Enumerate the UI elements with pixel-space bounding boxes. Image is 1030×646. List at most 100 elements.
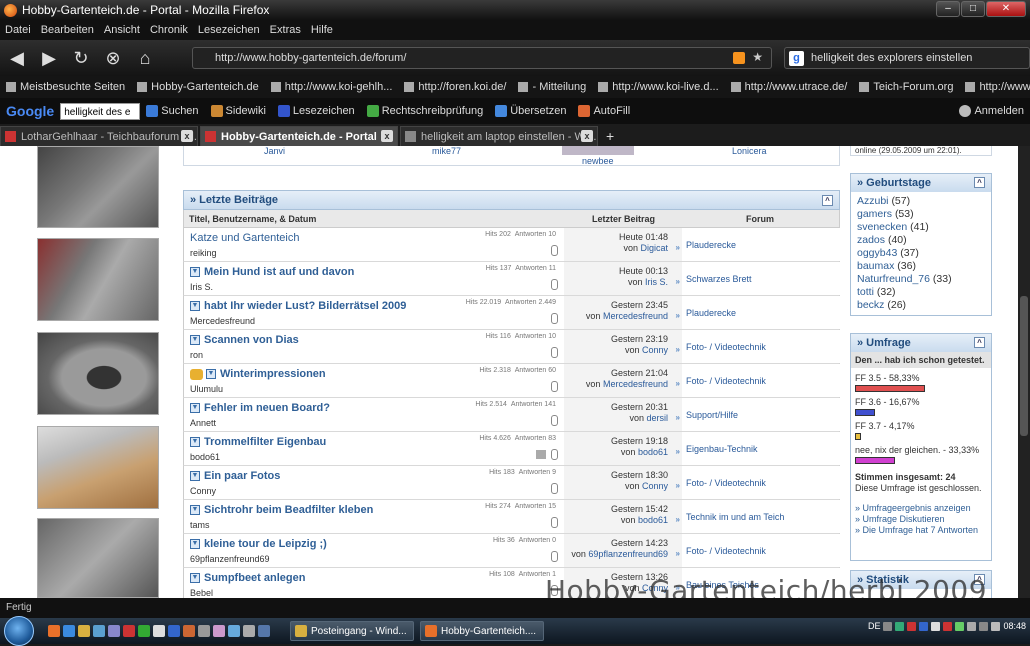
goto-last-post-icon[interactable]: » xyxy=(676,481,680,490)
vertical-scrollbar[interactable] xyxy=(1018,146,1030,598)
app-icon[interactable] xyxy=(138,625,150,637)
user-link[interactable]: Lonicera xyxy=(732,146,767,156)
forum-link[interactable]: Plauderecke xyxy=(682,296,840,329)
menu-lesezeichen[interactable]: Lesezeichen xyxy=(193,24,265,36)
spellcheck-button[interactable]: Rechtschreibprüfung xyxy=(361,105,490,117)
goto-last-post-icon[interactable]: » xyxy=(676,413,680,422)
post-title-link[interactable]: ▼ kleine tour de Leipzig ;) xyxy=(190,538,327,550)
forum-link[interactable]: Foto- / Videotechnik xyxy=(682,534,840,567)
goto-last-post-icon[interactable]: » xyxy=(676,549,680,558)
tray-icon[interactable] xyxy=(955,621,965,631)
bookmark-item[interactable]: - Mitteilung xyxy=(512,81,592,93)
new-post-icon[interactable]: ▼ xyxy=(190,301,200,311)
clock[interactable]: 08:48 xyxy=(1003,621,1026,631)
forum-link[interactable]: Schwarzes Brett xyxy=(682,262,840,295)
new-post-icon[interactable]: ▼ xyxy=(190,335,200,345)
post-title-link[interactable]: ▼ Sumpfbeet anlegen xyxy=(190,572,305,584)
new-post-icon[interactable]: ▼ xyxy=(190,403,200,413)
bookmark-item[interactable]: Hobby-Gartenteich.de xyxy=(131,81,265,93)
new-post-icon[interactable]: ▼ xyxy=(190,267,200,277)
app-icon[interactable] xyxy=(153,625,165,637)
menu-hilfe[interactable]: Hilfe xyxy=(306,24,338,36)
user-link[interactable]: mike77 xyxy=(432,146,461,156)
post-author[interactable]: Bebel xyxy=(190,588,213,598)
new-post-icon[interactable]: ▼ xyxy=(190,437,200,447)
gallery-image[interactable] xyxy=(37,238,159,321)
last-post-user[interactable]: Conny xyxy=(642,481,668,491)
birthday-user-link[interactable]: Naturfreund_76 xyxy=(857,273,930,285)
app-icon[interactable] xyxy=(213,625,225,637)
gallery-image[interactable] xyxy=(37,332,159,415)
maximize-button[interactable]: □ xyxy=(961,1,985,17)
app-icon[interactable] xyxy=(243,625,255,637)
poll-answers-link[interactable]: » Die Umfrage hat 7 Antworten xyxy=(851,525,991,536)
menu-chronik[interactable]: Chronik xyxy=(145,24,193,36)
task-posteingang[interactable]: Posteingang - Wind... xyxy=(290,621,414,641)
forward-button[interactable]: ▶ xyxy=(34,44,64,72)
birthday-user-link[interactable]: zados xyxy=(857,234,885,246)
gallery-image[interactable] xyxy=(37,518,159,598)
folder-icon[interactable] xyxy=(78,625,90,637)
goto-last-post-icon[interactable]: » xyxy=(676,311,680,320)
post-title-link[interactable]: Katze und Gartenteich xyxy=(190,232,299,244)
gallery-image[interactable] xyxy=(37,426,159,509)
google-toolbar-search-input[interactable]: helligkeit des e xyxy=(60,102,141,120)
language-indicator[interactable]: DE xyxy=(868,621,881,631)
tray-icon[interactable] xyxy=(919,621,929,631)
last-post-user[interactable]: bodo61 xyxy=(638,447,668,457)
post-title-link[interactable]: ▼ Scannen von Dias xyxy=(190,334,299,346)
post-title-link[interactable]: ▼ Fehler im neuen Board? xyxy=(190,402,330,414)
word-icon[interactable] xyxy=(168,625,180,637)
app-icon[interactable] xyxy=(183,625,195,637)
google-search-button[interactable]: Suchen xyxy=(140,105,204,117)
scrollbar-thumb[interactable] xyxy=(1020,296,1028,436)
collapse-toggle-icon[interactable]: ^ xyxy=(974,177,985,188)
app-icon[interactable] xyxy=(228,625,240,637)
network-icon[interactable] xyxy=(979,621,989,631)
close-tab-icon[interactable]: x xyxy=(381,130,393,142)
task-firefox[interactable]: Hobby-Gartenteich.... xyxy=(420,621,544,641)
new-post-icon[interactable]: ▼ xyxy=(206,369,216,379)
close-tab-icon[interactable]: x xyxy=(581,130,593,142)
bookmark-item[interactable]: http://foren.koi.de/ xyxy=(398,81,512,93)
user-link[interactable]: newbee xyxy=(582,156,614,166)
post-author[interactable]: 69pflanzenfreund69 xyxy=(190,554,270,564)
menu-ansicht[interactable]: Ansicht xyxy=(99,24,145,36)
back-button[interactable]: ◀ xyxy=(2,44,32,72)
last-post-user[interactable]: dersil xyxy=(646,413,668,423)
autofill-button[interactable]: AutoFill xyxy=(572,105,636,117)
bookmark-item[interactable]: Meistbesuchte Seiten xyxy=(0,81,131,93)
rss-icon[interactable] xyxy=(733,52,745,64)
post-title-link[interactable]: ▼ Trommelfilter Eigenbau xyxy=(190,436,326,448)
post-title-link[interactable]: ▼ Ein paar Fotos xyxy=(190,470,280,482)
goto-last-post-icon[interactable]: » xyxy=(676,379,680,388)
tray-icon[interactable] xyxy=(883,621,893,631)
birthday-user-link[interactable]: totti xyxy=(857,286,874,298)
close-tab-icon[interactable]: x xyxy=(181,130,193,142)
firefox-icon[interactable] xyxy=(48,625,60,637)
menu-datei[interactable]: Datei xyxy=(0,24,36,36)
last-post-user[interactable]: Iris S. xyxy=(645,277,668,287)
goto-last-post-icon[interactable]: » xyxy=(676,447,680,456)
forum-link[interactable]: Eigenbau-Technik xyxy=(682,432,840,465)
new-tab-button[interactable]: + xyxy=(600,128,620,146)
tab-helligkeit[interactable]: helligkeit am laptop einstellen - Win...… xyxy=(400,126,598,146)
goto-last-post-icon[interactable]: » xyxy=(676,277,680,286)
reload-button[interactable]: ↻ xyxy=(66,44,96,72)
last-post-user[interactable]: Mercedesfreund xyxy=(603,379,668,389)
start-button[interactable] xyxy=(4,616,34,646)
tray-icon[interactable] xyxy=(895,621,905,631)
bookmark-item[interactable]: http://www.koi-gehlh... xyxy=(265,81,399,93)
post-author[interactable]: reiking xyxy=(190,248,217,258)
forum-link[interactable]: Technik im und am Teich xyxy=(682,500,840,533)
sidewiki-button[interactable]: Sidewiki xyxy=(205,105,272,117)
app-icon[interactable] xyxy=(198,625,210,637)
tray-icon[interactable] xyxy=(931,621,941,631)
tray-icon[interactable] xyxy=(907,621,917,631)
post-title-link[interactable]: ▼ Sichtrohr beim Beadfilter kleben xyxy=(190,504,373,516)
volume-icon[interactable] xyxy=(991,621,1001,631)
last-post-user[interactable]: 69pflanzenfreund69 xyxy=(588,549,668,559)
goto-last-post-icon[interactable]: » xyxy=(676,345,680,354)
tray-icon[interactable] xyxy=(943,621,953,631)
forum-link[interactable]: Foto- / Videotechnik xyxy=(682,364,840,397)
